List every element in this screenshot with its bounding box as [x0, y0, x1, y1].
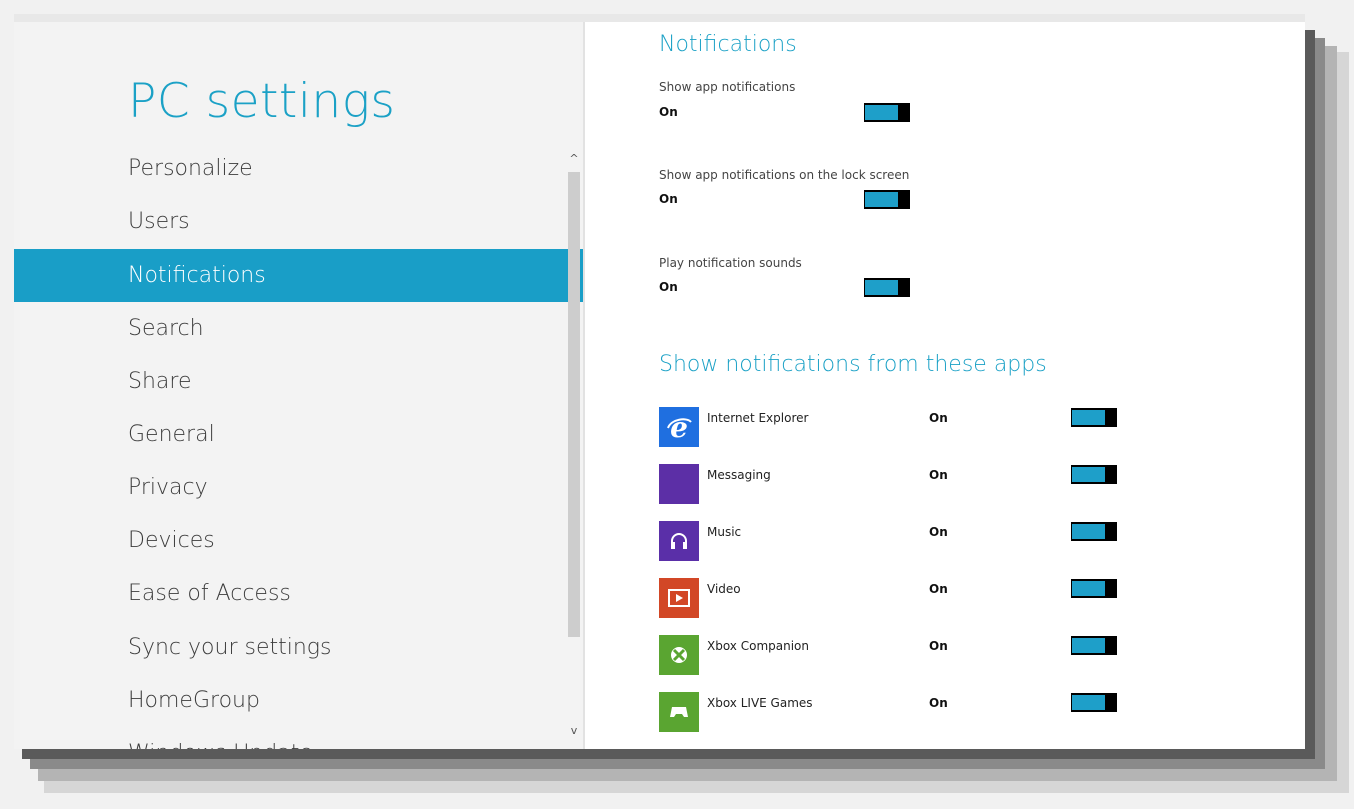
toggle-thumb — [1106, 579, 1116, 598]
scroll-up-icon[interactable]: ^ — [566, 152, 582, 166]
nav-item-notifications[interactable]: Notifications — [14, 249, 583, 302]
nav-item-homegroup[interactable]: HomeGroup — [14, 674, 583, 727]
toggle-thumb — [1106, 693, 1116, 712]
nav-item-devices[interactable]: Devices — [14, 514, 583, 567]
nav-item-windows-update[interactable]: Windows Update — [14, 727, 583, 749]
gamepad-icon — [659, 692, 699, 732]
setting-label-lock-screen-notifications: Show app notifications on the lock scree… — [659, 168, 910, 182]
app-state-video: On — [929, 582, 948, 596]
nav-item-privacy[interactable]: Privacy — [14, 461, 583, 514]
toggle-thumb — [1106, 522, 1116, 541]
toggle-frame — [1071, 693, 1106, 712]
nav-item-ease-of-access[interactable]: Ease of Access — [14, 567, 583, 620]
app-name-xbox-companion: Xbox Companion — [707, 639, 809, 653]
toggle-xbox-live-games[interactable] — [1071, 693, 1117, 712]
toggle-frame — [864, 278, 899, 297]
nav-item-sync-your-settings[interactable]: Sync your settings — [14, 621, 583, 674]
toggle-thumb — [1106, 636, 1116, 655]
toggle-thumb — [1106, 408, 1116, 427]
toggle-frame — [864, 190, 899, 209]
xbox-icon — [659, 635, 699, 675]
toggle-frame — [864, 103, 899, 122]
app-name-video: Video — [707, 582, 741, 596]
toggle-notification-sounds[interactable] — [864, 278, 910, 297]
apps-section-heading: Show notifications from these apps — [659, 352, 1047, 377]
app-state-messaging: On — [929, 468, 948, 482]
pc-settings-window: PC settings Personalize Users Notificati… — [14, 22, 1305, 749]
app-name-xbox-live-games: Xbox LIVE Games — [707, 696, 813, 710]
toggle-frame — [1071, 408, 1106, 427]
scroll-thumb[interactable] — [568, 172, 580, 637]
app-state-xbox-companion: On — [929, 639, 948, 653]
headphones-icon — [659, 521, 699, 561]
app-state-xbox-live-games: On — [929, 696, 948, 710]
settings-nav-pane: PC settings Personalize Users Notificati… — [14, 22, 583, 749]
toggle-thumb — [1106, 465, 1116, 484]
toggle-frame — [1071, 465, 1106, 484]
toggle-thumb — [899, 103, 909, 122]
toggle-thumb — [899, 190, 909, 209]
notifications-heading: Notifications — [659, 32, 797, 57]
scroll-down-icon[interactable]: v — [566, 724, 582, 738]
toggle-frame — [1071, 579, 1106, 598]
app-name-music: Music — [707, 525, 742, 539]
setting-state-lock-screen-notifications: On — [659, 192, 678, 206]
setting-label-show-app-notifications: Show app notifications — [659, 80, 796, 94]
setting-label-notification-sounds: Play notification sounds — [659, 256, 802, 270]
play-icon — [659, 578, 699, 618]
app-name-internet-explorer: Internet Explorer — [707, 411, 809, 425]
toggle-lock-screen-notifications[interactable] — [864, 190, 910, 209]
internet-explorer-icon: e — [659, 407, 699, 447]
app-state-music: On — [929, 525, 948, 539]
nav-item-personalize[interactable]: Personalize — [14, 142, 583, 195]
app-name-messaging: Messaging — [707, 468, 771, 482]
toggle-show-app-notifications[interactable] — [864, 103, 910, 122]
toggle-messaging[interactable] — [1071, 465, 1117, 484]
nav-scrollbar[interactable]: ^ v — [566, 150, 582, 742]
setting-state-notification-sounds: On — [659, 280, 678, 294]
toggle-video[interactable] — [1071, 579, 1117, 598]
toggle-thumb — [899, 278, 909, 297]
nav-item-share[interactable]: Share — [14, 355, 583, 408]
svg-text:e: e — [670, 413, 688, 441]
toggle-xbox-companion[interactable] — [1071, 636, 1117, 655]
messaging-icon — [659, 464, 699, 504]
app-title: PC settings — [128, 74, 396, 129]
toggle-frame — [1071, 522, 1106, 541]
toggle-music[interactable] — [1071, 522, 1117, 541]
app-state-internet-explorer: On — [929, 411, 948, 425]
setting-state-show-app-notifications: On — [659, 105, 678, 119]
nav-item-search[interactable]: Search — [14, 302, 583, 355]
toggle-frame — [1071, 636, 1106, 655]
nav-item-general[interactable]: General — [14, 408, 583, 461]
notifications-pane: Notifications Show app notifications On … — [585, 22, 1305, 749]
toggle-internet-explorer[interactable] — [1071, 408, 1117, 427]
nav-item-users[interactable]: Users — [14, 195, 583, 248]
